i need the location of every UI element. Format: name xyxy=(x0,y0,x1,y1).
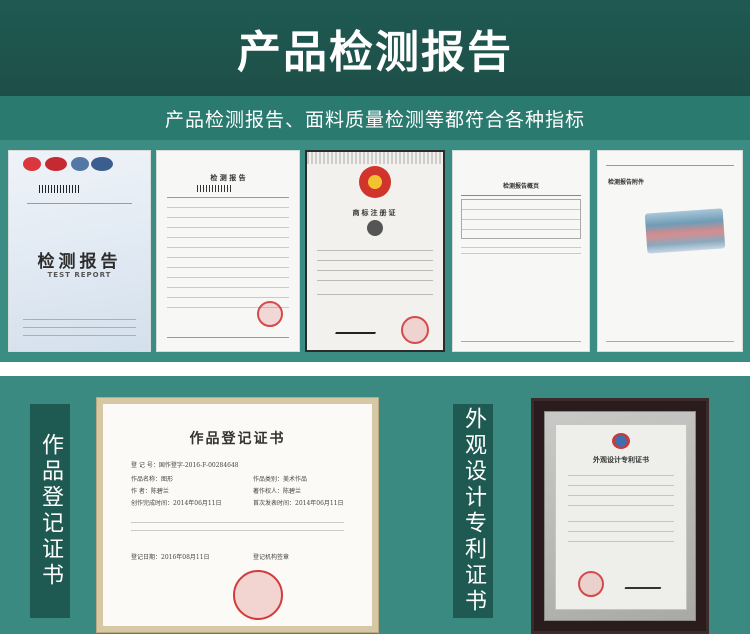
complete-date-label: 创作完成时间： xyxy=(131,500,174,507)
seal-icon xyxy=(257,301,283,327)
cma-logo-icon xyxy=(23,157,41,171)
patent-emblem-icon xyxy=(612,433,630,449)
summary-heading: 检测报告概页 xyxy=(502,183,539,190)
trademark-logo-icon xyxy=(367,220,383,236)
seal-icon xyxy=(401,316,429,344)
complete-date-value: 2014年06月11日 xyxy=(173,500,222,507)
ma-logo-icon xyxy=(45,157,67,171)
official-seal-icon xyxy=(233,570,283,620)
trademark-certificate-image: 商标注册证 xyxy=(305,150,445,352)
ilac-logo-icon xyxy=(91,157,113,171)
page-title: 产品检测报告 xyxy=(237,27,513,78)
page-header: 产品检测报告 xyxy=(0,0,750,96)
report-cover-image: 检测报告 TEST REPORT xyxy=(8,150,151,352)
category-value: 美术作品 xyxy=(283,476,308,483)
report-cover-heading: 检测报告 xyxy=(37,252,122,272)
report-summary-image: 检测报告概页 xyxy=(452,150,590,352)
copyright-certificate-image: 作品登记证书 登 记 号：国作登字-2016-F-00284648 作品名称：图… xyxy=(96,397,379,633)
report-page-image: 检 测 报 告 xyxy=(156,150,300,352)
work-name-value: 图形 xyxy=(161,476,174,483)
publish-date-value: 2014年06月11日 xyxy=(295,500,344,507)
trademark-heading: 商标注册证 xyxy=(352,209,398,217)
attachment-heading: 检测报告附件 xyxy=(608,179,645,186)
certificate-title: 作品登记证书 xyxy=(189,431,286,447)
report-page-heading: 检 测 报 告 xyxy=(210,174,246,182)
signature-icon xyxy=(335,324,379,334)
report-cover-subheading: TEST REPORT xyxy=(47,271,112,279)
category-label: 作品类别： xyxy=(253,476,284,483)
reg-date-label: 登记日期： xyxy=(131,554,162,561)
page-subtitle: 产品检测报告、面料质量检测等都符合各种指标 xyxy=(164,109,585,131)
report-attachment-image: 检测报告附件 xyxy=(597,150,743,352)
author-value: 陈碧兰 xyxy=(150,488,169,495)
seal-icon xyxy=(578,571,604,597)
author-label: 作 者： xyxy=(131,488,151,495)
work-name-label: 作品名称： xyxy=(131,476,162,483)
subheader: 产品检测报告、面料质量检测等都符合各种指标 xyxy=(0,96,750,140)
barcode-icon xyxy=(197,185,233,192)
owner-value: 陈碧兰 xyxy=(283,488,302,495)
reg-no-label: 登 记 号： xyxy=(131,462,159,469)
owner-label: 著作权人： xyxy=(253,488,284,495)
patent-title: 外观设计专利证书 xyxy=(593,455,649,464)
national-emblem-icon xyxy=(359,166,391,198)
certificate-section: 作品登记证书 作品登记证书 登 记 号：国作登字-2016-F-00284648… xyxy=(0,362,750,634)
reg-date-value: 2016年08月11日 xyxy=(161,554,210,561)
summary-table xyxy=(461,199,581,239)
certificate-panel: 作品登记证书 作品登记证书 登 记 号：国作登字-2016-F-00284648… xyxy=(0,376,750,634)
design-patent-label: 外观设计专利证书 xyxy=(453,404,493,618)
publish-date-label: 首次发表时间： xyxy=(253,500,296,507)
cnas-logo-icon xyxy=(71,157,89,171)
fabric-sample-image xyxy=(644,208,726,254)
reg-no-value: 国作登字-2016-F-00284648 xyxy=(158,462,239,469)
signature-icon xyxy=(624,581,664,589)
design-patent-image: 外观设计专利证书 xyxy=(531,398,709,634)
org-seal-label: 登记机构签章 xyxy=(253,554,290,561)
report-gallery: 检测报告 TEST REPORT 检 测 报 告 商标注册证 检测报告概页 检测… xyxy=(0,140,750,362)
barcode-icon xyxy=(39,185,79,193)
copyright-certificate-label: 作品登记证书 xyxy=(30,404,70,618)
